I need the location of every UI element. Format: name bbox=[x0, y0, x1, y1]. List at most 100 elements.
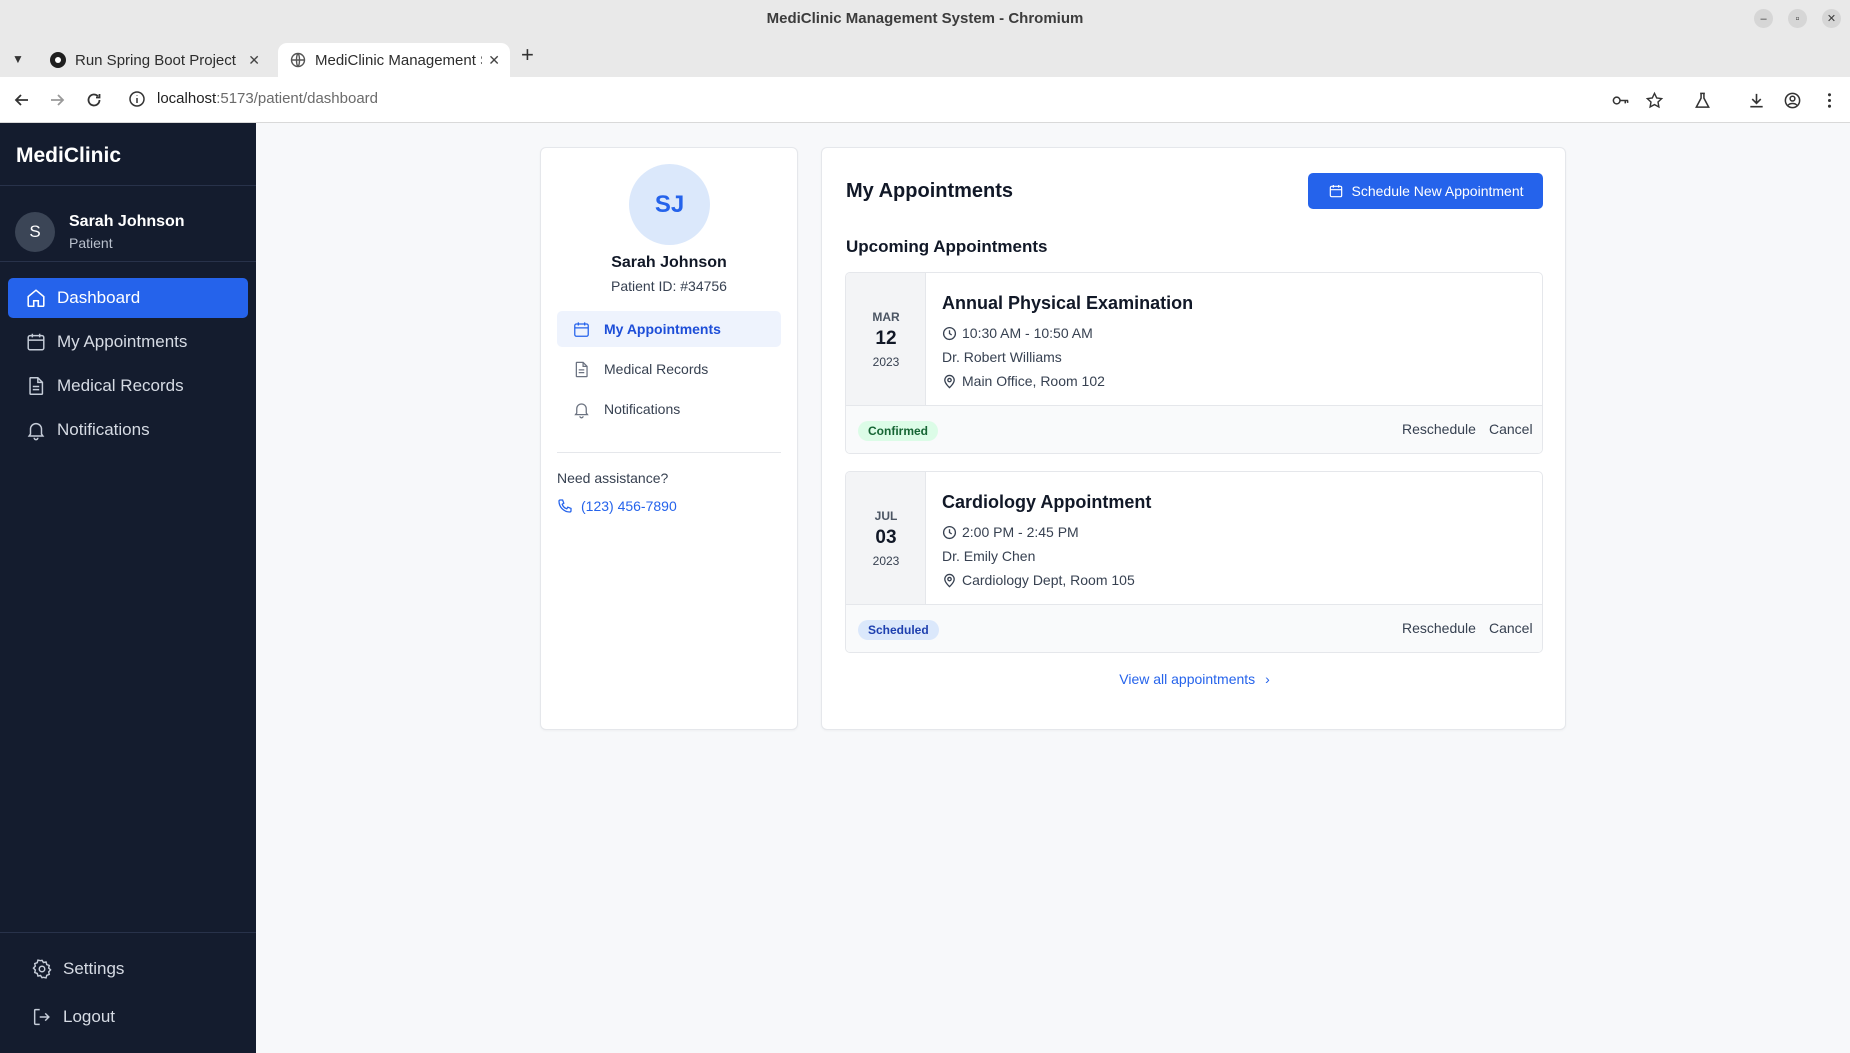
reschedule-button[interactable]: Reschedule bbox=[1402, 421, 1476, 437]
profile-link-notifications[interactable]: Notifications bbox=[557, 391, 781, 427]
forward-icon[interactable] bbox=[45, 88, 69, 112]
phone-link[interactable]: (123) 456-7890 bbox=[557, 498, 677, 514]
profile-link-label: Notifications bbox=[604, 401, 681, 417]
close-tab-icon[interactable]: ✕ bbox=[248, 52, 260, 69]
date-month: JUL bbox=[874, 509, 898, 523]
logout-link[interactable]: Logout bbox=[31, 1006, 115, 1028]
profile-name: Sarah Johnson bbox=[611, 254, 727, 271]
settings-link[interactable]: Settings bbox=[31, 958, 124, 980]
bell-icon bbox=[27, 422, 45, 441]
appointment-details: Annual Physical Examination 10:30 AM - 1… bbox=[942, 293, 1193, 393]
brand-logo[interactable]: MediClinic bbox=[16, 144, 121, 168]
sidebar-item-label: My Appointments bbox=[57, 332, 188, 351]
appointment-card: MAR 12 2023 Annual Physical Examination … bbox=[845, 272, 1543, 454]
date-year: 2023 bbox=[872, 355, 900, 369]
minimize-icon[interactable]: – bbox=[1754, 9, 1773, 28]
cancel-button[interactable]: Cancel bbox=[1489, 620, 1533, 636]
key-icon[interactable] bbox=[1609, 89, 1631, 111]
document-icon bbox=[575, 361, 588, 377]
sidebar-item-label: Notifications bbox=[57, 420, 150, 439]
maximize-icon[interactable]: ▫ bbox=[1788, 9, 1807, 28]
appointment-doctor: Dr. Emily Chen bbox=[942, 548, 1036, 564]
back-icon[interactable] bbox=[10, 88, 34, 112]
sidebar: MediClinic S Sarah Johnson Patient Dashb… bbox=[0, 123, 256, 1053]
download-icon[interactable] bbox=[1745, 89, 1767, 111]
flask-icon[interactable] bbox=[1691, 89, 1713, 111]
tab-label: MediClinic Management System bbox=[315, 51, 482, 69]
avatar: SJ bbox=[629, 164, 710, 245]
profile-link-label: My Appointments bbox=[604, 321, 721, 337]
avatar: S bbox=[15, 212, 55, 252]
page-title: My Appointments bbox=[846, 180, 1014, 202]
profile-link-my-appointments[interactable]: My Appointments bbox=[557, 311, 781, 347]
appointment-location: Cardiology Dept, Room 105 bbox=[942, 568, 1151, 592]
calendar-icon bbox=[574, 321, 589, 337]
browser-tab-spring-boot[interactable]: Run Spring Boot Project ✕ bbox=[38, 43, 270, 77]
window-titlebar: MediClinic Management System - Chromium … bbox=[0, 0, 1850, 37]
appointment-doctor: Dr. Robert Williams bbox=[942, 349, 1062, 365]
appointment-footer: Confirmed Reschedule Cancel bbox=[846, 405, 1542, 453]
status-badge: Scheduled bbox=[858, 620, 939, 640]
tab-label: Run Spring Boot Project bbox=[75, 51, 236, 69]
profile-link-medical-records[interactable]: Medical Records bbox=[557, 351, 781, 387]
location-pin-icon bbox=[944, 573, 955, 587]
sidebar-item-notifications[interactable]: Notifications bbox=[8, 410, 248, 450]
logout-icon bbox=[33, 1008, 50, 1026]
calendar-icon bbox=[1329, 185, 1342, 198]
sidebar-item-label: Medical Records bbox=[57, 376, 184, 395]
clock-icon bbox=[942, 525, 957, 539]
date-month: MAR bbox=[872, 310, 900, 324]
appointment-date: JUL 03 2023 bbox=[846, 472, 926, 604]
tab-search-dropdown-icon[interactable]: ▼ bbox=[12, 52, 24, 66]
appointment-card: JUL 03 2023 Cardiology Appointment 2:00 … bbox=[845, 471, 1543, 653]
url-path: :5173/patient/dashboard bbox=[216, 90, 379, 107]
sidebar-item-medical-records[interactable]: Medical Records bbox=[8, 366, 248, 406]
appointment-title: Annual Physical Examination bbox=[942, 293, 1194, 313]
assistance-label: Need assistance? bbox=[557, 470, 669, 486]
sidebar-item-label: Dashboard bbox=[57, 288, 141, 307]
logout-label: Logout bbox=[63, 1007, 115, 1026]
new-tab-icon[interactable]: + bbox=[521, 42, 534, 68]
status-badge: Confirmed bbox=[858, 421, 938, 441]
url-input[interactable]: localhost:5173/patient/dashboard bbox=[157, 90, 378, 107]
appointment-location: Main Office, Room 102 bbox=[942, 369, 1193, 393]
divider bbox=[0, 261, 256, 262]
address-bar: localhost:5173/patient/dashboard bbox=[0, 77, 1850, 123]
date-year: 2023 bbox=[872, 554, 900, 568]
site-info-icon[interactable] bbox=[128, 90, 146, 108]
reschedule-button[interactable]: Reschedule bbox=[1402, 620, 1476, 636]
sidebar-item-my-appointments[interactable]: My Appointments bbox=[8, 322, 248, 362]
phone-number: (123) 456-7890 bbox=[581, 498, 677, 514]
browser-tab-mediclinic[interactable]: MediClinic Management System ✕ bbox=[278, 43, 510, 77]
close-tab-icon[interactable]: ✕ bbox=[488, 52, 500, 69]
divider bbox=[0, 185, 256, 186]
schedule-button-label: Schedule New Appointment bbox=[1351, 183, 1524, 199]
chevron-right-icon: › bbox=[1265, 671, 1270, 687]
tab-strip: ▼ Run Spring Boot Project ✕ MediClinic M… bbox=[0, 37, 1850, 77]
url-host: localhost bbox=[157, 90, 217, 107]
section-title: Upcoming Appointments bbox=[846, 237, 1048, 256]
cancel-button[interactable]: Cancel bbox=[1489, 421, 1533, 437]
date-day: 03 bbox=[875, 527, 897, 548]
window-title: MediClinic Management System - Chromium bbox=[766, 10, 1084, 27]
view-all-label: View all appointments bbox=[1119, 671, 1256, 687]
profile-link-label: Medical Records bbox=[604, 361, 709, 377]
menu-icon[interactable] bbox=[1818, 89, 1840, 111]
patient-id: Patient ID: #34756 bbox=[611, 278, 727, 294]
phone-icon bbox=[558, 499, 572, 513]
sidebar-item-dashboard[interactable]: Dashboard bbox=[8, 278, 248, 318]
divider bbox=[557, 452, 781, 453]
profile-icon[interactable] bbox=[1781, 89, 1803, 111]
view-all-appointments-link[interactable]: View all appointments › bbox=[822, 671, 1567, 687]
gear-icon bbox=[32, 959, 52, 979]
user-role: Patient bbox=[69, 235, 113, 251]
location-text: Cardiology Dept, Room 105 bbox=[962, 572, 1135, 588]
appointments-card: My Appointments Schedule New Appointment… bbox=[821, 147, 1566, 730]
appointment-time: 2:00 PM - 2:45 PM bbox=[942, 520, 1151, 544]
time-text: 10:30 AM - 10:50 AM bbox=[962, 325, 1093, 341]
reload-icon[interactable] bbox=[82, 88, 106, 112]
time-text: 2:00 PM - 2:45 PM bbox=[962, 524, 1079, 540]
close-window-icon[interactable]: ✕ bbox=[1822, 9, 1841, 28]
schedule-new-appointment-button[interactable]: Schedule New Appointment bbox=[1308, 173, 1543, 209]
star-icon[interactable] bbox=[1643, 89, 1665, 111]
